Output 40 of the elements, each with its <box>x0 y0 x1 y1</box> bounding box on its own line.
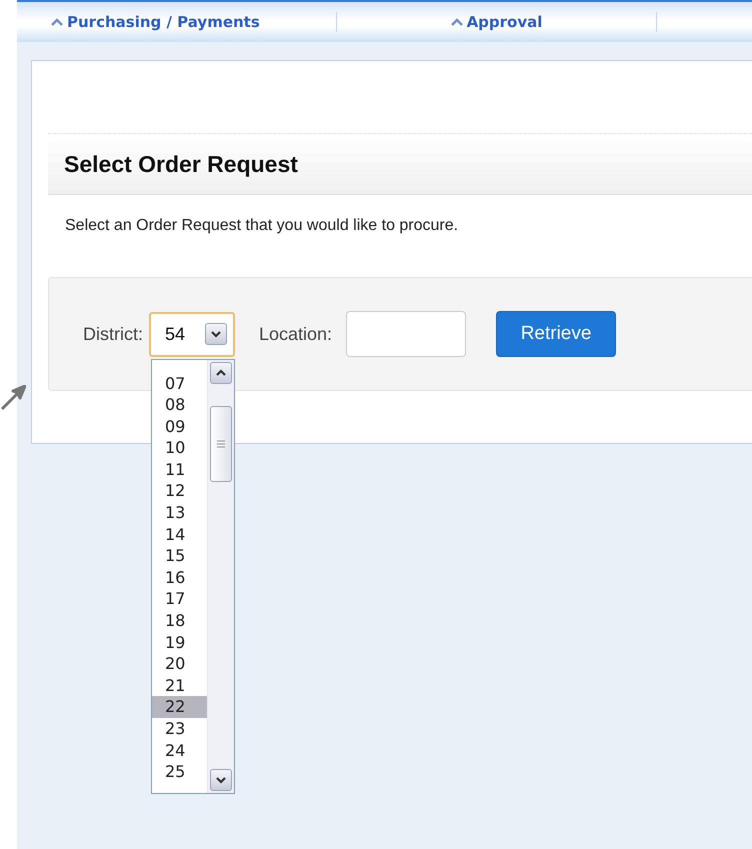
caret-up-icon <box>51 18 63 26</box>
menu-tab[interactable]: Purchasing / Payments <box>51 13 260 31</box>
dropdown-button[interactable] <box>205 323 227 345</box>
dropdown-option[interactable]: 13 <box>152 502 207 524</box>
location-field[interactable] <box>346 311 466 357</box>
scroll-down-button[interactable] <box>210 768 232 790</box>
caret-up-icon <box>450 18 463 26</box>
menu-tab[interactable]: Approval <box>450 13 542 31</box>
retrieve-button[interactable]: Retrieve <box>496 311 616 357</box>
dropdown-option[interactable]: 17 <box>152 588 207 610</box>
location-label: Location: <box>259 324 332 344</box>
dropdown-option[interactable]: 10 <box>152 437 207 459</box>
district-select[interactable]: 54 <box>149 312 235 356</box>
panel-heading: Select Order Request <box>64 150 298 178</box>
dropdown-option[interactable]: 14 <box>152 524 207 546</box>
dropdown-option[interactable]: 24 <box>152 740 207 762</box>
scroll-thumb[interactable] <box>210 406 232 482</box>
dropdown-option[interactable]: 16 <box>152 566 207 588</box>
dropdown-option[interactable]: 12 <box>152 480 207 502</box>
dropdown-option[interactable]: 19 <box>152 632 207 654</box>
chevron-down-icon <box>210 330 222 338</box>
district-label: District: <box>83 324 143 344</box>
chevron-up-icon <box>215 368 227 376</box>
chevron-down-icon <box>215 776 227 784</box>
arrow-icon <box>0 385 26 411</box>
dropdown-option[interactable]: 22 <box>152 696 207 718</box>
dropdown-option[interactable]: 11 <box>152 458 207 480</box>
grip-icon <box>217 440 225 448</box>
dropdown-option[interactable]: 07 <box>152 372 207 394</box>
dropdown-option[interactable]: 15 <box>152 545 207 567</box>
dropdown-option[interactable]: 20 <box>152 653 207 675</box>
dropdown-option[interactable]: 09 <box>152 416 207 438</box>
scrollbar[interactable] <box>207 360 234 792</box>
dropdown-option[interactable]: 23 <box>152 718 207 740</box>
dropdown-option[interactable]: 18 <box>152 610 207 632</box>
scroll-up-button[interactable] <box>210 362 232 384</box>
dropdown-option[interactable]: 08 <box>152 394 207 416</box>
dropdown-option[interactable]: 21 <box>152 674 207 696</box>
dropdown-option[interactable]: 25 <box>152 761 207 783</box>
instruction-text: Select an Order Request that you would like to procure. <box>65 217 460 235</box>
